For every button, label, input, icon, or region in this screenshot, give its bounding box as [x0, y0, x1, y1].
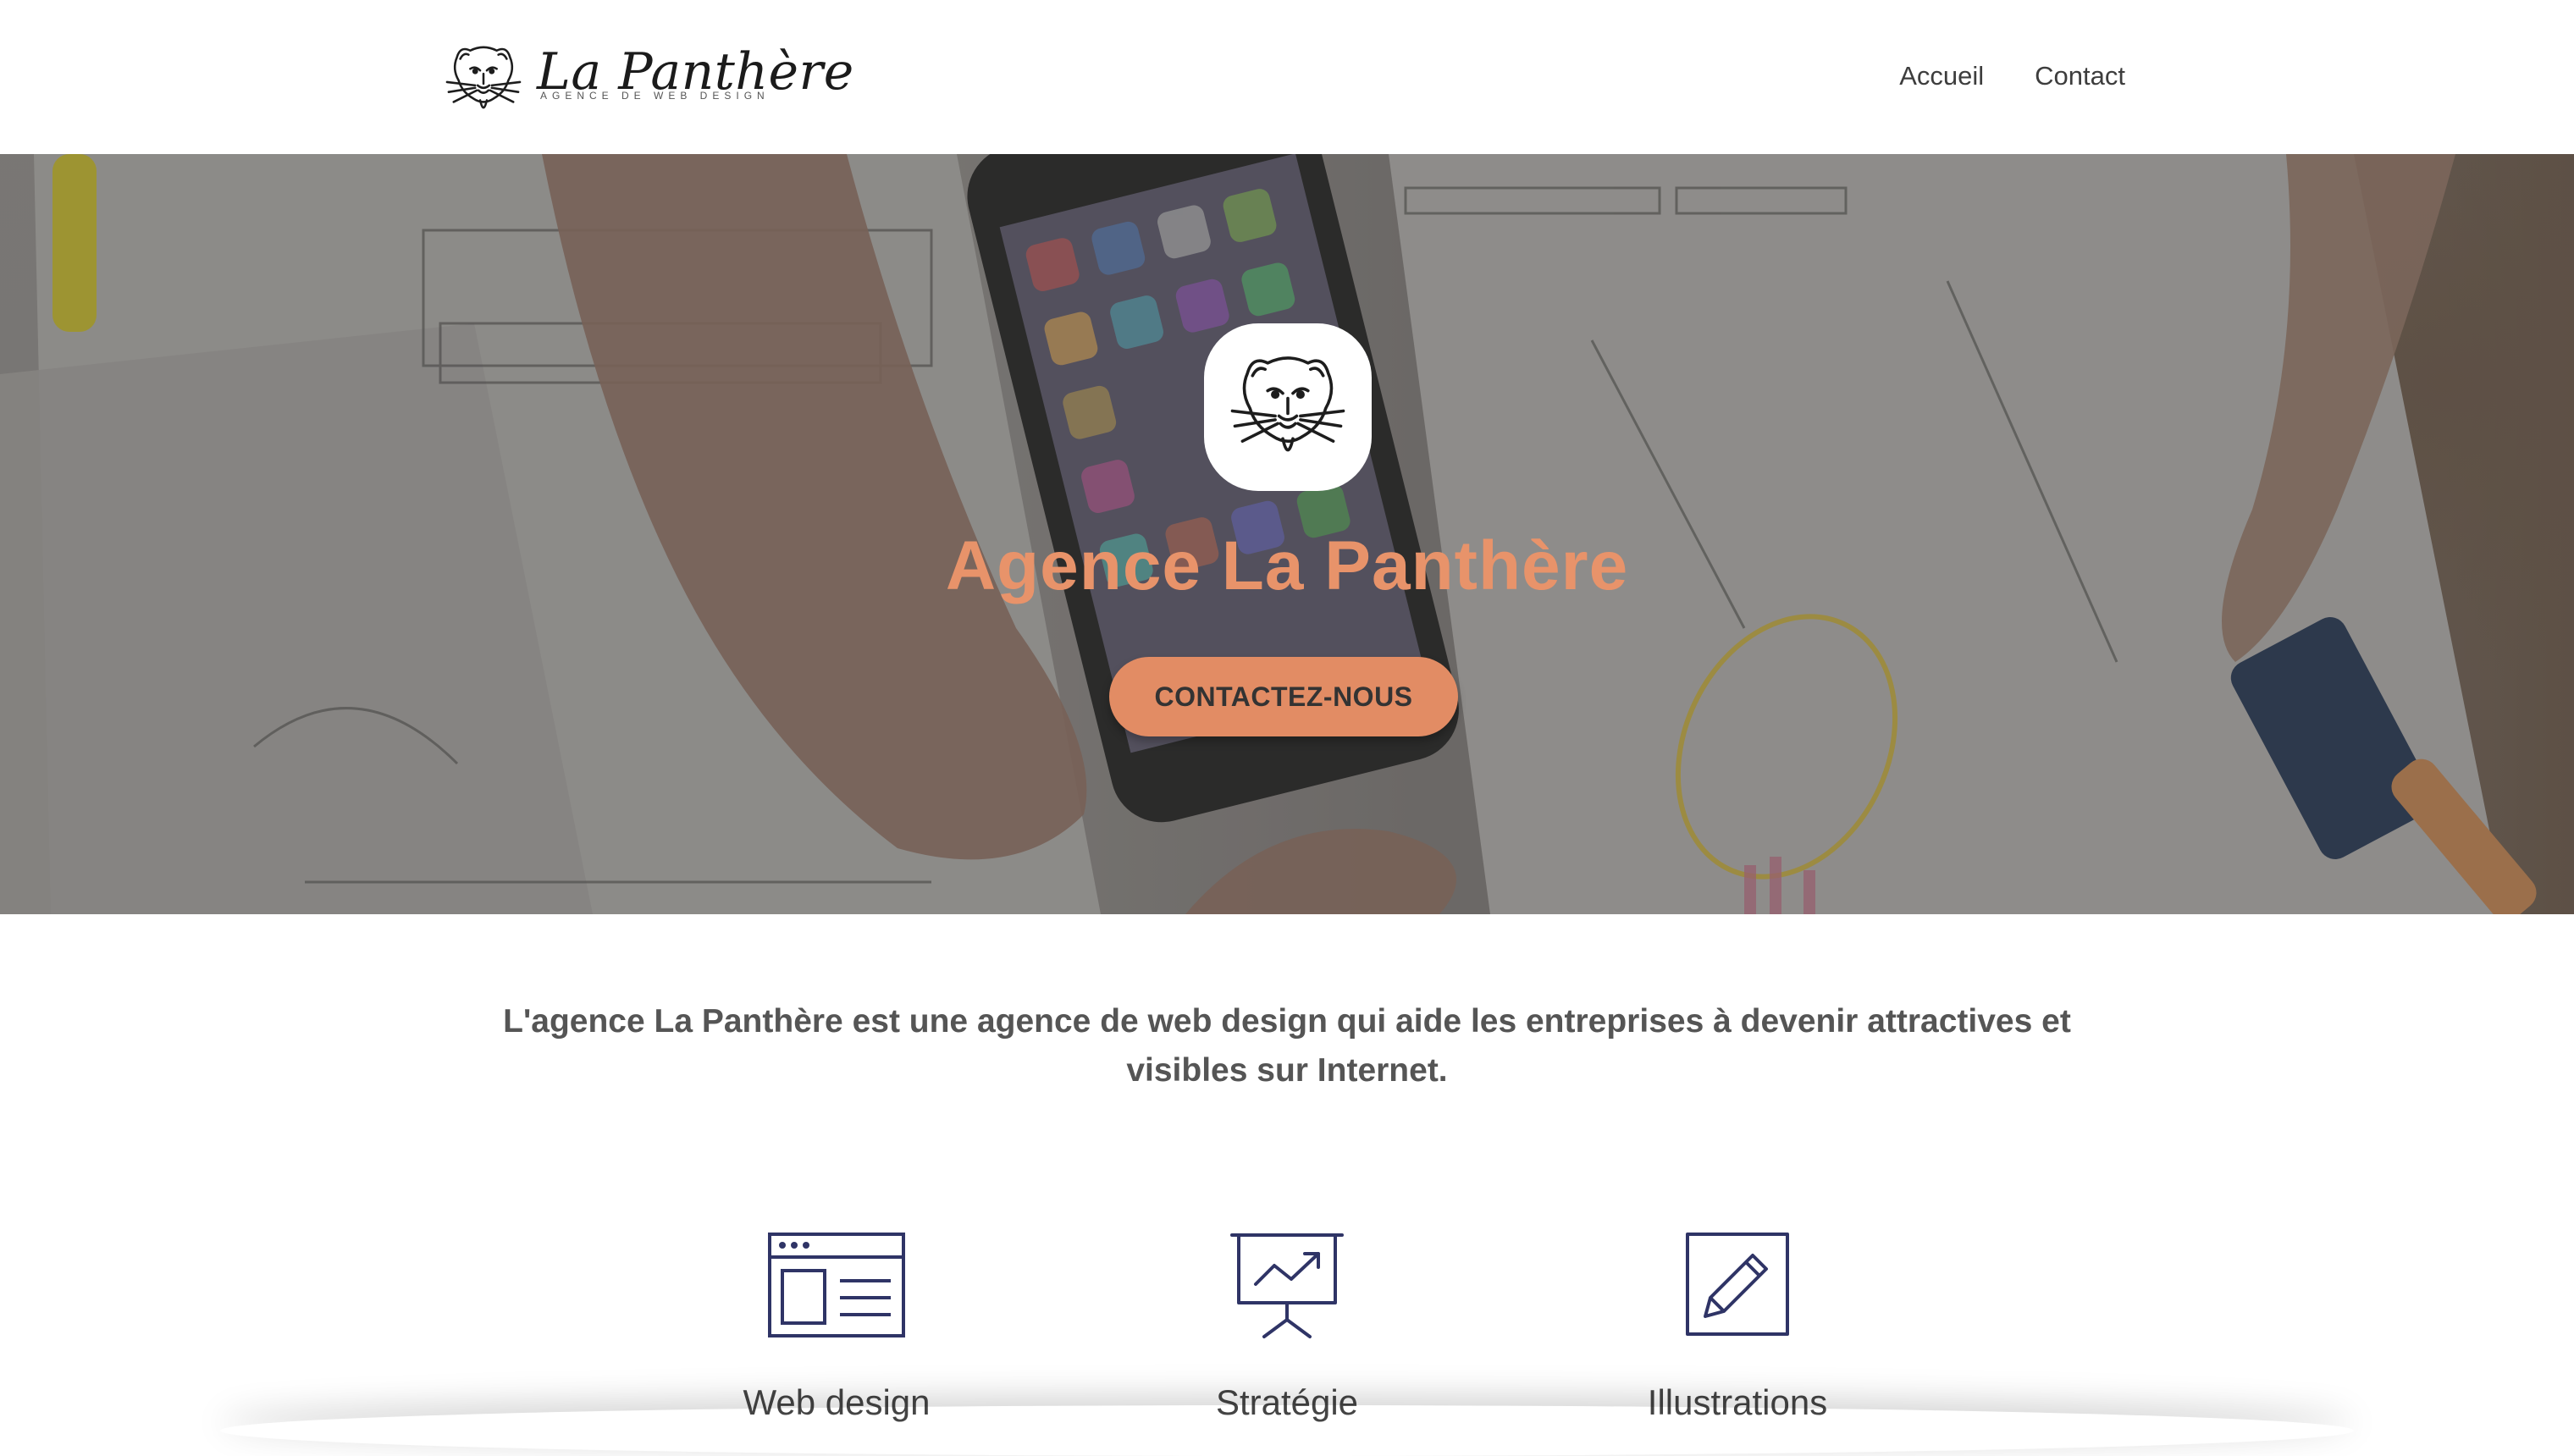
service-illustrations: Illustrations	[1560, 1232, 1915, 1422]
presentation-chart-icon	[1230, 1233, 1344, 1338]
hero-title: Agence La Panthère	[945, 527, 1629, 604]
bottom-shadow	[220, 1405, 2354, 1456]
nav-link-accueil[interactable]: Accueil	[1899, 61, 1984, 91]
hero-logo-badge	[1204, 323, 1372, 491]
logo-tagline: AGENCE DE WEB DESIGN	[540, 90, 770, 102]
logo-link[interactable]: La Panthère AGENCE DE WEB DESIGN	[442, 41, 853, 119]
logo-text: La Panthère AGENCE DE WEB DESIGN	[537, 41, 853, 119]
hero-banner: Agence La Panthère CONTACTEZ-NOUS	[0, 154, 2574, 914]
panther-head-icon	[445, 46, 522, 109]
nav-link-contact[interactable]: Contact	[2035, 61, 2125, 91]
service-strategie: Stratégie	[1109, 1232, 1465, 1422]
intro-text: L'agence La Panthère est une agence de w…	[503, 1003, 2071, 1089]
pencil-square-icon	[1686, 1233, 1789, 1336]
contact-us-button[interactable]: CONTACTEZ-NOUS	[1109, 657, 1458, 736]
service-web-design: Web design	[659, 1232, 1014, 1422]
panther-head-icon	[1230, 356, 1345, 452]
main-nav: Accueil Contact	[1899, 61, 2125, 91]
site-header: La Panthère AGENCE DE WEB DESIGN Accueil…	[0, 0, 2574, 154]
browser-layout-icon	[768, 1233, 905, 1337]
